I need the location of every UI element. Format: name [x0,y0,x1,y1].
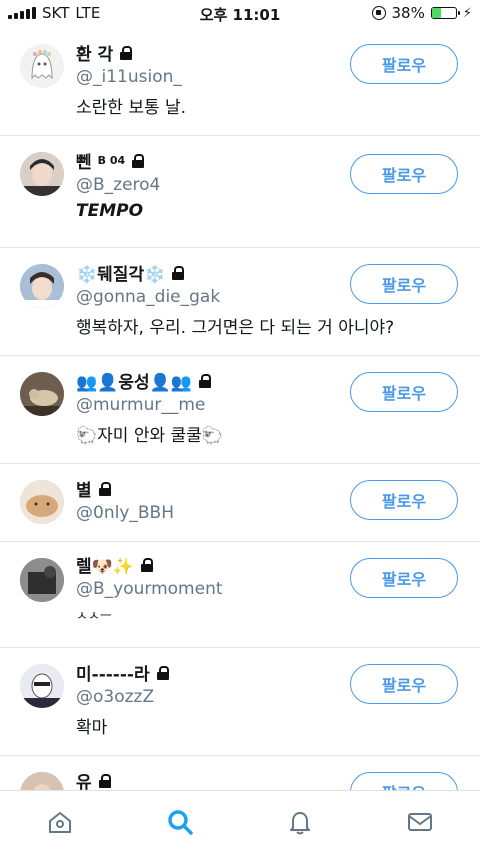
avatar[interactable] [20,480,64,524]
lock-icon [98,773,112,788]
lock-icon [171,265,185,280]
battery-icon [430,7,460,19]
user-bio: TEMPO [76,201,144,221]
user-list[interactable]: 환 각 @_i11usion_ 소란한 보통 날. 팔로우 뻰 B 04 @B_z… [0,28,480,790]
follow-button[interactable]: 팔로우 [350,480,458,520]
avatar[interactable] [20,772,64,790]
user-name: 미------라 [76,665,150,685]
user-name: 👥👤웅성👤👥 [76,373,192,393]
tab-home[interactable] [30,798,90,846]
orientation-lock-icon [371,6,386,20]
follow-button[interactable]: 팔로우 [350,372,458,412]
user-handle: @B_zero4 [76,175,161,195]
list-item[interactable]: 미------라 @o3ozzZ 확마 팔로우 [0,648,480,756]
user-name: ❄️뒈질각❄️ [76,265,166,285]
lock-icon [156,665,170,680]
charging-icon: ⚡ [462,5,472,21]
lock-icon [119,45,133,60]
user-handle: @_i11usion_ [76,67,182,87]
avatar[interactable] [20,558,64,602]
user-handle: @B_yourmoment [76,579,223,599]
bell-icon [290,812,310,835]
user-name: 뻰 [76,153,92,173]
follow-button[interactable]: 팔로우 [350,772,458,790]
avatar[interactable] [20,372,64,416]
user-bio: 소란한 보통 날. [76,98,187,118]
follow-button[interactable]: 팔로우 [350,44,458,84]
tab-messages[interactable] [390,798,450,846]
follow-button[interactable]: 팔로우 [350,154,458,194]
follow-button[interactable]: 팔로우 [350,558,458,598]
user-name: 렐🐶✨ [76,557,134,577]
follow-button[interactable]: 팔로우 [350,264,458,304]
list-item[interactable]: 뻰 B 04 @B_zero4 TEMPO 팔로우 [0,136,480,248]
user-bio: ㅅㅅㅡ [76,609,112,624]
search-icon [168,810,193,835]
user-handle: @0nly_BBH [76,503,174,523]
battery-percent: 38% [391,4,425,22]
user-bio: 🐑자미 안와 쿨쿨🐑 [76,426,223,446]
tab-bar [0,790,480,853]
lock-icon [198,373,212,388]
list-item[interactable]: 👥👤웅성👤👥 @murmur__me 🐑자미 안와 쿨쿨🐑 팔로우 [0,356,480,464]
user-name: 별 [76,481,92,501]
status-bar: SKT LTE 오후 11:01 38% ⚡ [0,0,480,28]
list-item[interactable]: 환 각 @_i11usion_ 소란한 보통 날. 팔로우 [0,28,480,136]
avatar[interactable] [20,664,64,708]
user-name: 유 [76,773,92,790]
mail-icon [408,813,432,831]
user-bio: 행복하자, 우리. 그거면은 다 되는 거 아니야? [76,318,395,338]
avatar[interactable] [20,44,64,88]
list-item[interactable]: 렐🐶✨ @B_yourmoment ㅅㅅㅡ 팔로우 [0,542,480,648]
follow-button[interactable]: 팔로우 [350,664,458,704]
lock-icon [140,557,154,572]
avatar[interactable] [20,152,64,196]
user-name: 환 각 [76,45,114,65]
user-bio: 확마 [76,718,108,738]
lock-icon [131,153,145,168]
user-handle: @murmur__me [76,395,206,415]
list-item[interactable]: 별 @0nly_BBH 팔로우 [0,464,480,542]
user-name-superscript: B 04 [97,154,126,167]
lock-icon [98,481,112,496]
tab-search[interactable] [150,798,210,846]
list-item[interactable]: 유 팔로우 [0,756,480,790]
tab-notifications[interactable] [270,798,330,846]
home-icon [49,812,71,833]
user-handle: @o3ozzZ [76,687,155,707]
list-item[interactable]: ❄️뒈질각❄️ @gonna_die_gak 행복하자, 우리. 그거면은 다 … [0,248,480,356]
avatar[interactable] [20,264,64,308]
